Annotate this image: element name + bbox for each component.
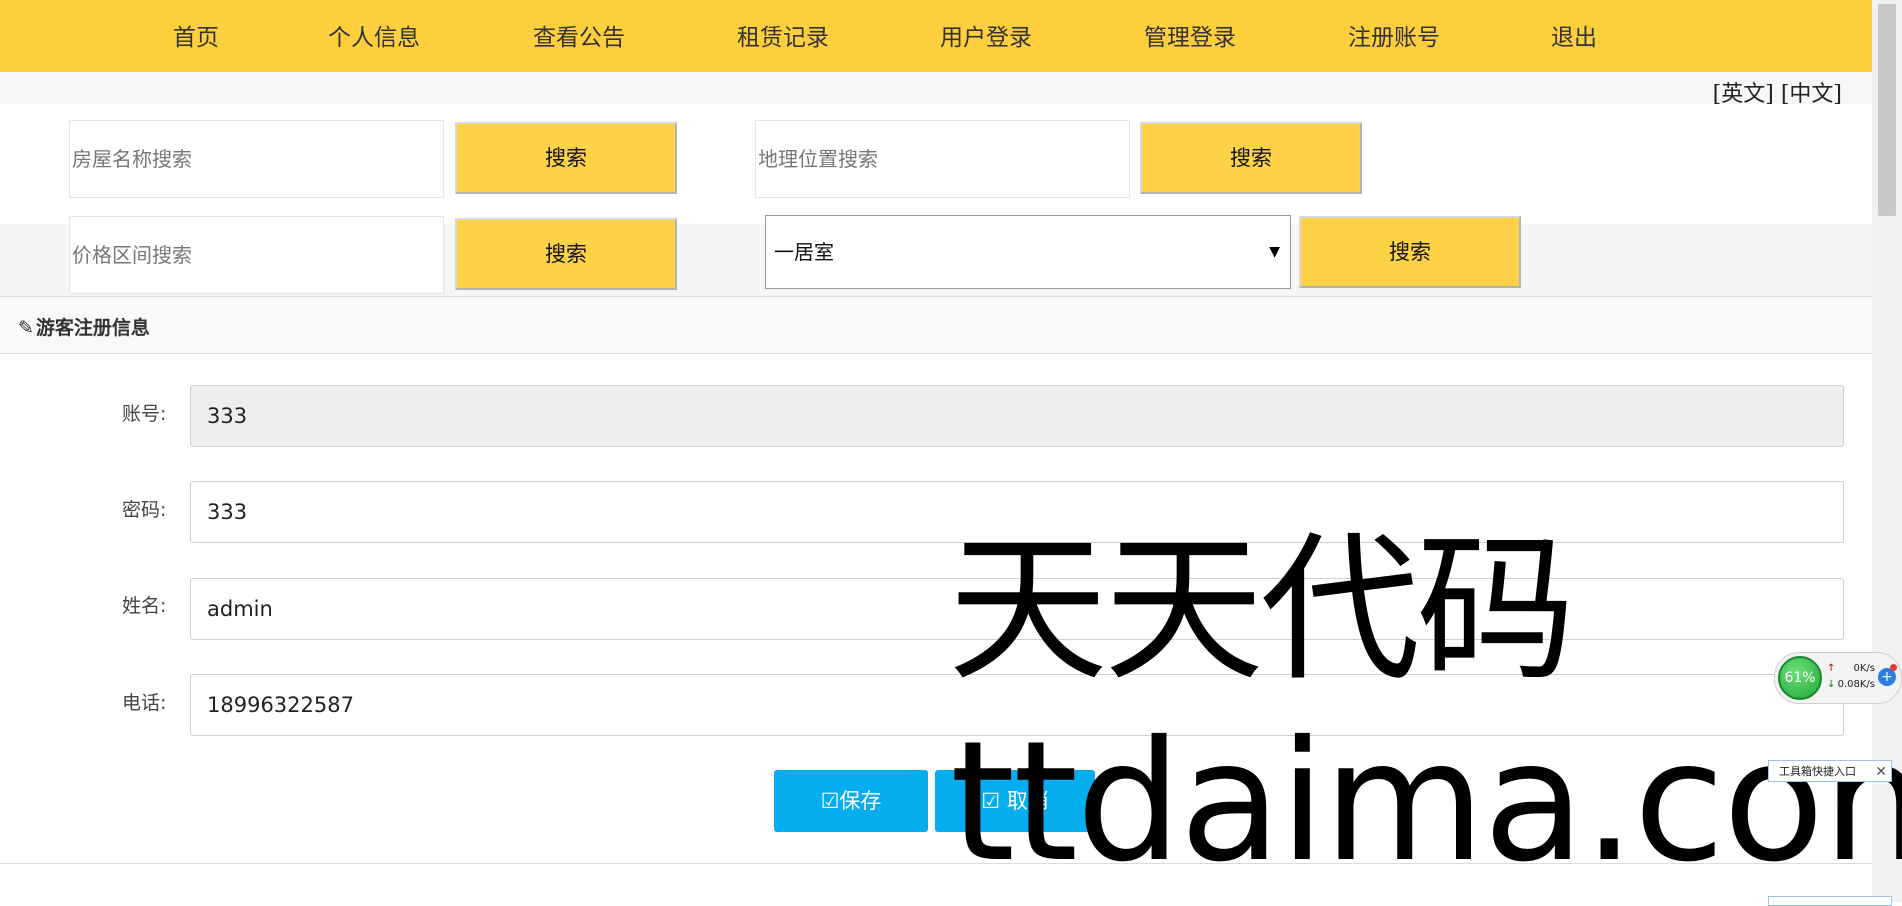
nav-notices[interactable]: 查看公告 — [533, 18, 625, 52]
dropdown-arrow-icon: ▼ — [1269, 244, 1280, 260]
house-name-search-button[interactable]: 搜索 — [455, 122, 677, 194]
toolbox-shortcut[interactable]: 工具箱快捷入口 ✕ — [1768, 760, 1892, 782]
room-type-selected: 一居室 — [774, 240, 834, 264]
toolbox-shortcut-secondary[interactable] — [1768, 896, 1892, 906]
password-label: 密码: — [122, 499, 167, 521]
edit-icon: ✎ — [18, 317, 34, 339]
close-icon[interactable]: ✕ — [1875, 761, 1887, 783]
cpu-usage-ball: 61% — [1778, 656, 1822, 700]
download-speed: 0.08K/s — [1837, 679, 1875, 690]
nav-admin-login[interactable]: 管理登录 — [1144, 18, 1236, 52]
network-monitor-widget[interactable]: 61% ↑ ↓ 0K/s 0.08K/s + — [1774, 652, 1902, 704]
nav-home[interactable]: 首页 — [173, 18, 219, 52]
nav-rental-records[interactable]: 租赁记录 — [737, 18, 829, 52]
house-name-search-input[interactable]: 房屋名称搜索 — [69, 120, 444, 198]
upload-arrow-icon: ↑ — [1827, 663, 1836, 674]
download-arrow-icon: ↓ — [1827, 679, 1836, 690]
panel-title: ✎ 游客注册信息 — [18, 313, 150, 340]
save-button[interactable]: ☑保存 — [774, 770, 928, 832]
location-search-input[interactable]: 地理位置搜索 — [755, 120, 1130, 198]
toolbox-shortcut-label: 工具箱快捷入口 — [1779, 765, 1856, 778]
panel-title-text: 游客注册信息 — [35, 317, 150, 339]
language-bar: [英文] [中文] — [0, 72, 1872, 107]
save-button-label: 保存 — [839, 789, 882, 813]
price-search-button[interactable]: 搜索 — [455, 218, 677, 290]
scrollbar-thumb[interactable] — [1878, 4, 1896, 216]
room-type-select[interactable]: 一居室 ▼ — [765, 215, 1291, 289]
account-label: 账号: — [122, 403, 167, 425]
phone-label: 电话: — [122, 692, 167, 714]
price-search-input[interactable]: 价格区间搜索 — [69, 216, 444, 294]
notification-dot-icon — [1890, 664, 1897, 671]
top-navigation: 首页 个人信息 查看公告 租赁记录 用户登录 管理登录 注册账号 退出 — [0, 0, 1872, 72]
watermark-url: ttdaima.com — [950, 706, 1902, 899]
nav-profile[interactable]: 个人信息 — [328, 18, 420, 52]
location-search-button[interactable]: 搜索 — [1140, 122, 1362, 194]
nav-user-login[interactable]: 用户登录 — [940, 18, 1032, 52]
nav-register[interactable]: 注册账号 — [1348, 18, 1440, 52]
check-square-icon: ☑ — [820, 789, 840, 813]
panel-header: ✎ 游客注册信息 — [0, 296, 1872, 354]
watermark-chinese: 天天代码 — [948, 516, 1576, 703]
room-type-search-button[interactable]: 搜索 — [1299, 216, 1521, 288]
upload-speed: 0K/s — [1853, 663, 1876, 674]
nav-logout[interactable]: 退出 — [1551, 18, 1597, 52]
name-label: 姓名: — [122, 595, 167, 617]
account-input[interactable]: 333 — [190, 385, 1844, 447]
